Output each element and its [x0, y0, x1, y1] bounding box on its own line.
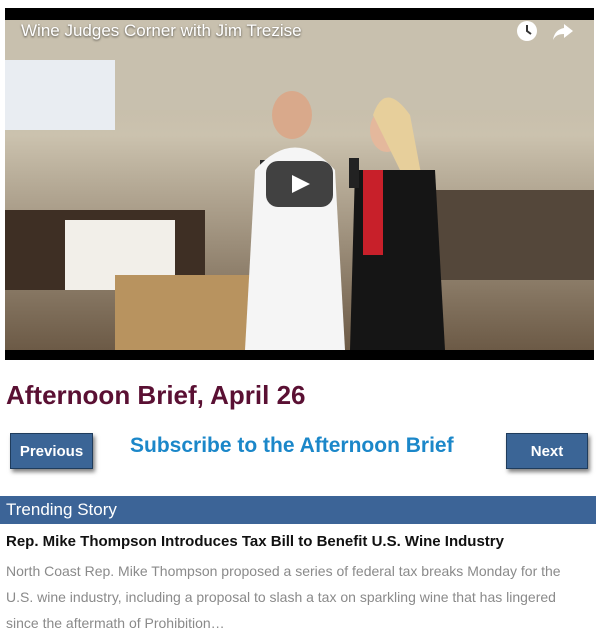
share-icon[interactable]	[552, 20, 574, 42]
story-title-link[interactable]: Rep. Mike Thompson Introduces Tax Bill t…	[6, 533, 504, 550]
trending-story-header: Trending Story	[0, 496, 596, 524]
story-summary: North Coast Rep. Mike Thompson proposed …	[6, 563, 561, 631]
clock-icon[interactable]	[516, 20, 538, 42]
video-title[interactable]: Wine Judges Corner with Jim Trezise	[21, 21, 302, 41]
video-player[interactable]: Wine Judges Corner with Jim Trezise	[5, 8, 594, 360]
next-button[interactable]: Next	[506, 433, 588, 469]
play-icon[interactable]	[266, 161, 333, 207]
previous-button[interactable]: Previous	[10, 433, 93, 469]
page-title: Afternoon Brief, April 26	[6, 380, 306, 410]
subscribe-link[interactable]: Subscribe to the Afternoon Brief	[130, 434, 454, 458]
